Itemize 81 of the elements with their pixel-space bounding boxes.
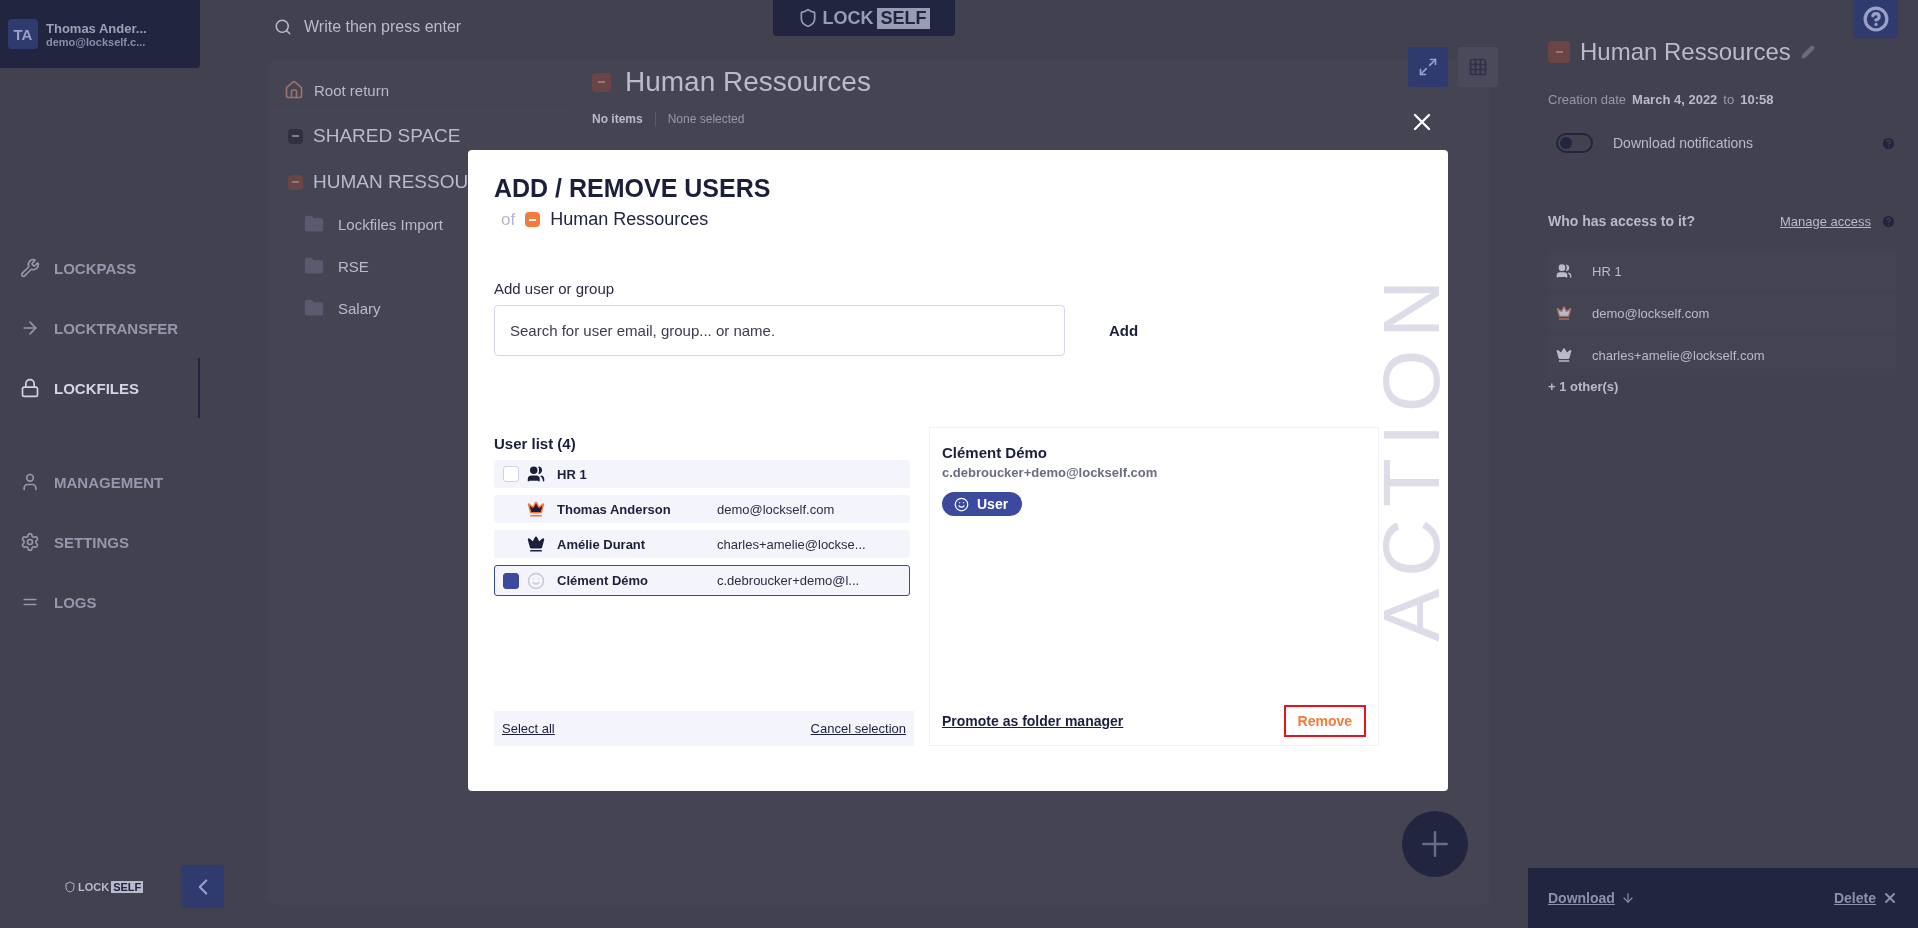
smiley-icon	[954, 496, 969, 512]
user-row[interactable]: HR 1	[494, 460, 910, 488]
toggle-label: Download notifications	[1613, 135, 1754, 151]
crown-icon	[527, 535, 545, 553]
nav-item[interactable]: SETTINGS	[0, 512, 200, 572]
user-name: Amélie Durant	[557, 536, 647, 552]
checkbox[interactable]	[503, 572, 519, 589]
item-count: No items	[592, 112, 643, 126]
user-email: demo@lockself.c...	[46, 35, 147, 48]
brand-logo: LOCK SELF	[64, 880, 144, 893]
help-button[interactable]	[1853, 0, 1898, 38]
expand-icon	[1418, 57, 1438, 77]
crown-icon	[1556, 347, 1572, 363]
expand-button[interactable]	[1408, 47, 1448, 87]
nav-item[interactable]: LOGS	[0, 572, 200, 632]
access-entry: demo@lockself.com	[1592, 305, 1710, 321]
brand-logo: LOCK SELF	[773, 0, 955, 36]
group-icon	[1556, 263, 1572, 279]
user-email: demo@lockself.com	[717, 501, 836, 517]
smiley-icon	[527, 571, 545, 590]
root-return-link[interactable]: Root return	[268, 70, 568, 111]
user-name: Thomas Anderson	[557, 501, 672, 517]
date-connector: to	[1723, 92, 1735, 107]
selection-count: None selected	[654, 112, 745, 126]
access-entry: charles+amelie@lockself.com	[1592, 347, 1765, 363]
add-button[interactable]: Add	[1101, 316, 1147, 345]
nav-icon	[20, 532, 40, 552]
user-name: Thomas Ander...	[46, 20, 147, 36]
select-all-link[interactable]: Select all	[502, 721, 555, 736]
subtitle-folder: Human Ressources	[550, 209, 709, 230]
help-icon	[1862, 6, 1889, 32]
crown-icon	[527, 500, 545, 518]
detail-email: c.debroucker+demo@lockself.com	[942, 465, 1159, 480]
grid-icon	[1468, 57, 1488, 77]
creation-time: 10:58	[1740, 92, 1774, 107]
nav-item[interactable]: LOCKPASS	[0, 238, 200, 298]
user-avatar[interactable]: TA	[8, 19, 38, 49]
edit-icon[interactable]	[1800, 45, 1815, 59]
dialog-title: ADD / REMOVE USERS	[494, 174, 772, 203]
crown-icon	[1556, 305, 1572, 321]
access-entry: HR 1	[1592, 263, 1622, 279]
nav-icon	[20, 258, 40, 278]
user-email: c.debroucker+demo@l...	[717, 573, 861, 588]
more-count: + 1 other(s)	[1548, 379, 1620, 394]
user-name: Clément Démo	[557, 573, 650, 588]
user-search-field[interactable]: Search for user email, group... or name.	[494, 305, 1065, 356]
promote-link[interactable]: Promote as folder manager	[942, 713, 1124, 729]
nav-item[interactable]: LOCKTRANSFER	[0, 298, 200, 358]
download-link[interactable]: Download	[1548, 890, 1635, 906]
nav-item[interactable]: MANAGEMENT	[0, 452, 200, 512]
group-icon	[527, 465, 545, 483]
nav-icon	[20, 472, 40, 492]
user-name: HR 1	[557, 466, 588, 482]
user-row[interactable]: Thomas Anderson demo@lockself.com	[494, 495, 910, 523]
detail-name: Clément Démo	[942, 444, 1049, 461]
field-label: Add user or group	[494, 280, 616, 297]
delete-link[interactable]: Delete	[1833, 890, 1898, 906]
toggle-switch[interactable]	[1556, 133, 1593, 153]
access-title: Who has access to it?	[1548, 213, 1696, 229]
home-icon	[284, 80, 304, 100]
cancel-selection-link[interactable]: Cancel selection	[810, 721, 906, 736]
folder-title: Human Ressources	[625, 66, 871, 98]
subtitle-prefix: of	[501, 209, 516, 230]
role-badge: User	[942, 492, 1023, 516]
nav-item[interactable]: LOCKFILES	[0, 358, 200, 418]
list-title: User list (4)	[494, 435, 577, 452]
space-item[interactable]: SHARED SPACE	[268, 111, 568, 157]
close-icon	[1882, 890, 1898, 906]
creation-label: Creation date	[1548, 92, 1627, 107]
user-row[interactable]: Clément Démo c.debroucker+demo@l...	[494, 565, 910, 596]
user-row[interactable]: Amélie Durant charles+amelie@lockse...	[494, 530, 910, 558]
search-icon	[274, 18, 292, 36]
remove-button[interactable]: Remove	[1283, 705, 1366, 737]
details-title: Human Ressources	[1580, 38, 1791, 66]
arrow-down-icon	[1620, 891, 1635, 905]
creation-date: March 4, 2022	[1632, 92, 1718, 107]
collapse-button[interactable]	[181, 865, 224, 908]
search-field[interactable]: Write then press enter	[304, 18, 462, 36]
nav-icon	[20, 378, 40, 398]
user-email: charles+amelie@lockse...	[717, 536, 867, 552]
manage-access-link[interactable]: Manage access	[1779, 213, 1871, 229]
